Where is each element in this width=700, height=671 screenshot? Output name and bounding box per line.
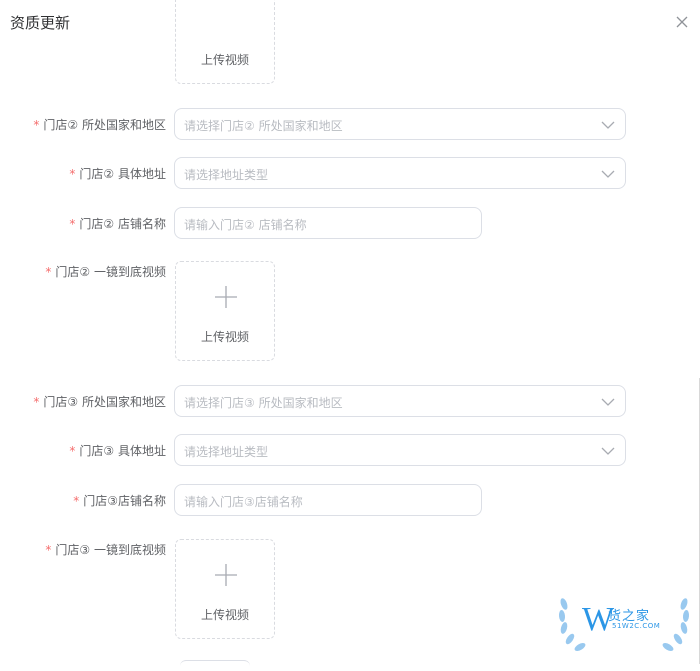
select-placeholder: 请选择门店③ 所处国家和地区 [184,396,343,410]
store3-name-label: * 门店③店铺名称 [73,494,166,508]
store2-video-upload[interactable]: 上传视频 [175,261,275,361]
select-placeholder: 请选择地址类型 [184,445,269,459]
required-mark: * [45,265,52,279]
qualification-update-dialog: 资质更新 上传视频 * 门店② 所处国家和地区 请选择门店② 所处国家和地区 * 门… [0,0,700,664]
chevron-down-icon [601,121,615,129]
dialog-body: 上传视频 * 门店② 所处国家和地区 请选择门店② 所处国家和地区 * 门店② 具体… [0,0,700,664]
required-mark: * [33,395,40,409]
input-placeholder: 请输入门店③店铺名称 [184,495,303,509]
required-mark: * [73,494,80,508]
required-mark: * [33,118,40,132]
upload-label: 上传视频 [200,330,249,344]
select-placeholder: 请选择地址类型 [184,168,269,182]
required-mark: * [69,217,76,231]
store3-name-input[interactable]: 请输入门店③店铺名称 [174,484,482,516]
upload-label: 上传视频 [200,608,249,622]
store3-country-label: * 门店③ 所处国家和地区 [33,395,166,409]
required-mark: * [45,543,52,557]
store3-address-label: * 门店③ 具体地址 [69,444,166,458]
store1-video-upload[interactable]: 上传视频 [175,0,275,84]
chevron-down-icon [601,398,615,406]
store3-video-label: * 门店③ 一镜到底视频 [45,543,166,557]
store2-country-select[interactable]: 请选择门店② 所处国家和地区 [174,108,626,140]
next-field-peek [180,660,250,671]
chevron-down-icon [601,170,615,178]
required-mark: * [69,444,76,458]
plus-icon [215,564,237,586]
store2-address-select[interactable]: 请选择地址类型 [174,157,626,189]
store2-name-label: * 门店② 店铺名称 [69,217,166,231]
store2-name-input[interactable]: 请输入门店② 店铺名称 [174,207,482,239]
store3-video-upload[interactable]: 上传视频 [175,539,275,639]
input-placeholder: 请输入门店② 店铺名称 [184,218,307,232]
chevron-down-icon [601,447,615,455]
required-mark: * [69,167,76,181]
plus-icon [215,286,237,308]
store2-video-label: * 门店② 一镜到底视频 [45,265,166,279]
store3-address-select[interactable]: 请选择地址类型 [174,434,626,466]
watermark-domain: 51W2C.COM [612,622,661,630]
upload-label: 上传视频 [200,53,249,67]
store3-country-select[interactable]: 请选择门店③ 所处国家和地区 [174,385,626,417]
store2-country-label: * 门店② 所处国家和地区 [33,118,166,132]
store2-address-label: * 门店② 具体地址 [69,167,166,181]
select-placeholder: 请选择门店② 所处国家和地区 [184,119,343,133]
